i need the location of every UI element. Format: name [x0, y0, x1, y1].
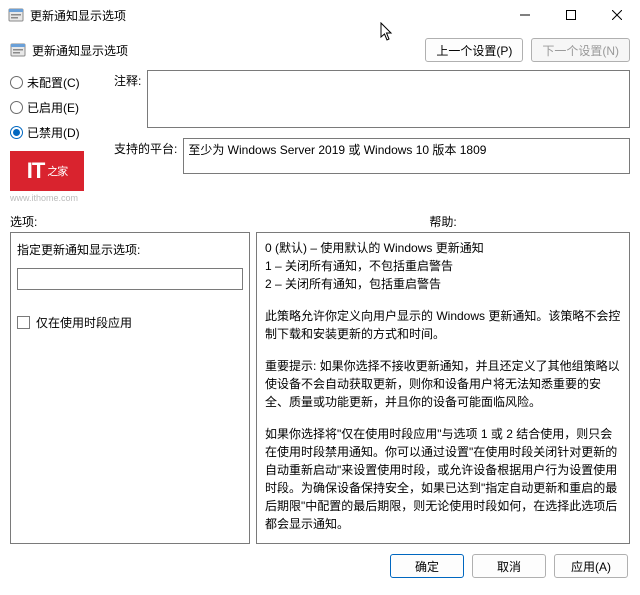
comment-box[interactable]: [147, 70, 630, 128]
window-controls: [502, 0, 640, 30]
watermark-logo: IT之家 www.ithome.com: [10, 151, 108, 203]
help-line-0: 0 (默认) – 使用默认的 Windows 更新通知: [265, 239, 621, 257]
left-column: 未配置(C) 已启用(E) 已禁用(D) IT之家 www.ithome.com: [10, 70, 108, 203]
radio-label: 已启用(E): [27, 99, 79, 116]
right-column: 注释: 支持的平台: 至少为 Windows Server 2019 或 Win…: [114, 70, 630, 203]
ithome-logo-icon: IT之家: [10, 151, 84, 191]
window-title: 更新通知显示选项: [30, 7, 502, 24]
title-bar: 更新通知显示选项: [0, 0, 640, 30]
main-content: 未配置(C) 已启用(E) 已禁用(D) IT之家 www.ithome.com…: [0, 70, 640, 207]
options-field-label: 指定更新通知显示选项:: [17, 241, 243, 258]
options-field-input[interactable]: [17, 268, 243, 290]
comment-row: 注释:: [114, 70, 630, 128]
platform-box: 至少为 Windows Server 2019 或 Windows 10 版本 …: [183, 138, 630, 174]
radio-label: 未配置(C): [27, 74, 80, 91]
options-header: 选项:: [10, 213, 250, 230]
radio-label: 已禁用(D): [27, 124, 80, 141]
toolbar: 更新通知显示选项 上一个设置(P) 下一个设置(N): [0, 30, 640, 70]
radio-icon: [10, 126, 23, 139]
ok-button[interactable]: 确定: [390, 554, 464, 578]
radio-icon: [10, 76, 23, 89]
platform-label: 支持的平台:: [114, 138, 177, 157]
checkbox-label: 仅在使用时段应用: [36, 314, 132, 331]
comment-label: 注释:: [114, 70, 141, 128]
policy-icon: [10, 42, 26, 58]
panes: 指定更新通知显示选项: 仅在使用时段应用 0 (默认) – 使用默认的 Wind…: [0, 232, 640, 544]
window-icon: [8, 7, 24, 23]
toolbar-title-text: 更新通知显示选项: [32, 42, 128, 59]
close-button[interactable]: [594, 0, 640, 30]
toolbar-title: 更新通知显示选项: [10, 42, 128, 59]
next-setting-button: 下一个设置(N): [531, 38, 630, 62]
options-pane: 指定更新通知显示选项: 仅在使用时段应用: [10, 232, 250, 544]
logo-url: www.ithome.com: [10, 193, 108, 203]
help-para-3: 如果你选择将"仅在使用时段应用"与选项 1 或 2 结合使用，则只会在使用时段禁…: [265, 425, 621, 533]
state-radio-group: 未配置(C) 已启用(E) 已禁用(D): [10, 70, 108, 141]
help-header: 帮助:: [256, 213, 630, 230]
platform-row: 支持的平台: 至少为 Windows Server 2019 或 Windows…: [114, 138, 630, 174]
logo-zh: 之家: [47, 163, 67, 179]
help-line-1: 1 – 关闭所有通知，不包括重启警告: [265, 257, 621, 275]
active-hours-checkbox-row[interactable]: 仅在使用时段应用: [17, 314, 243, 331]
radio-not-configured[interactable]: 未配置(C): [10, 74, 108, 91]
cancel-button[interactable]: 取消: [472, 554, 546, 578]
radio-enabled[interactable]: 已启用(E): [10, 99, 108, 116]
maximize-button[interactable]: [548, 0, 594, 30]
section-headers: 选项: 帮助:: [0, 207, 640, 232]
help-line-2: 2 – 关闭所有通知，包括重启警告: [265, 275, 621, 293]
radio-icon: [10, 101, 23, 114]
help-para-1: 此策略允许你定义向用户显示的 Windows 更新通知。该策略不会控制下载和安装…: [265, 307, 621, 343]
logo-main: IT: [27, 158, 45, 184]
help-pane: 0 (默认) – 使用默认的 Windows 更新通知 1 – 关闭所有通知，不…: [256, 232, 630, 544]
radio-disabled[interactable]: 已禁用(D): [10, 124, 108, 141]
previous-setting-button[interactable]: 上一个设置(P): [425, 38, 523, 62]
checkbox-icon: [17, 316, 30, 329]
apply-button[interactable]: 应用(A): [554, 554, 628, 578]
dialog-buttons: 确定 取消 应用(A): [0, 544, 640, 578]
minimize-button[interactable]: [502, 0, 548, 30]
help-para-2: 重要提示: 如果你选择不接收更新通知，并且还定义了其他组策略以使设备不会自动获取…: [265, 357, 621, 411]
